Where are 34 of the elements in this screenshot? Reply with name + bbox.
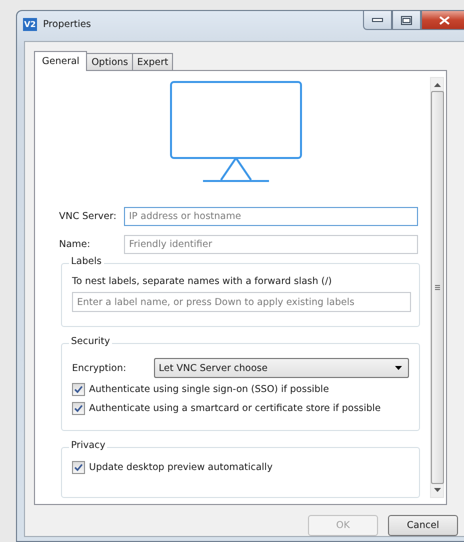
maximize-button[interactable] <box>392 11 421 30</box>
grip-icon <box>434 285 440 290</box>
close-button[interactable] <box>421 11 464 30</box>
tab[interactable]: General <box>34 51 88 71</box>
close-icon <box>438 16 450 24</box>
checkbox[interactable] <box>72 383 85 396</box>
field-label: Encryption: <box>72 362 128 374</box>
tab[interactable]: Options <box>86 53 134 70</box>
checkbox[interactable] <box>72 402 85 415</box>
minimize-button[interactable] <box>363 11 392 30</box>
group-title: Security <box>69 336 112 347</box>
input-field[interactable]: Enter a label name, or press Down to apply existing labels <box>72 292 411 312</box>
scroll-up-icon[interactable] <box>434 83 440 87</box>
monitor-icon <box>170 81 302 183</box>
checkbox-label: Update desktop preview automatically <box>89 462 273 473</box>
caret-icon <box>395 366 402 370</box>
scroll-down-icon[interactable] <box>434 488 440 492</box>
dropdown[interactable]: Let VNC Server choose <box>154 358 409 378</box>
group-title: Privacy <box>69 440 108 451</box>
group-title: Labels <box>69 256 104 267</box>
input-field[interactable]: Friendly identifier <box>124 235 418 254</box>
checkbox-label: Authenticate using a smartcard or certificate store if possible <box>89 403 381 414</box>
maximize-icon <box>401 16 412 24</box>
field-label: VNC Server: <box>59 211 118 222</box>
dialog-button[interactable]: Cancel <box>388 515 458 536</box>
minimize-icon <box>372 18 383 22</box>
checkbox-label: Authenticate using single sign-on (SSO) if possible <box>89 384 329 395</box>
app-logo-icon: V2 <box>23 18 37 30</box>
checkbox[interactable] <box>72 461 85 474</box>
field-label: Name: <box>59 239 92 250</box>
tab[interactable]: Expert <box>132 53 174 70</box>
window-title: Properties <box>43 18 92 30</box>
input-field[interactable]: IP address or hostname <box>124 207 418 226</box>
hint-text: To nest labels, separate names with a forward slash (/) <box>72 276 333 287</box>
